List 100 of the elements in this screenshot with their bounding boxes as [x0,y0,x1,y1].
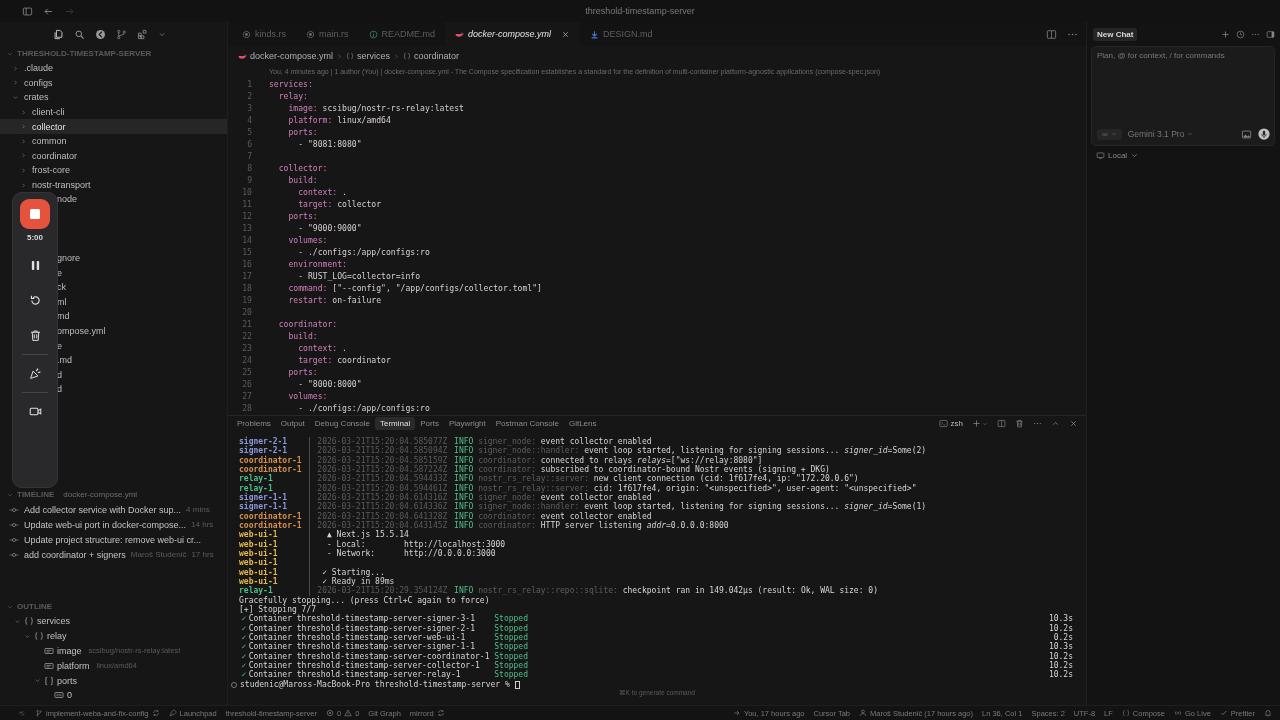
panel-tab[interactable]: Terminal [374,417,416,431]
tree-item[interactable]: coordinator [0,148,227,164]
environment-selector[interactable]: Local [1096,151,1140,160]
split-editor-icon[interactable] [1046,28,1057,40]
chat-tab[interactable]: New Chat [1093,27,1138,41]
line-number: 18 [241,282,252,294]
code-line: coordinator: [277,318,338,330]
code-line: command: ["--config", "/app/configs/collector.toml"] [287,282,542,294]
search-icon[interactable] [74,28,85,40]
circle-arrow-icon[interactable] [95,28,106,40]
breadcrumb[interactable]: docker-compose.yml [238,51,334,61]
commit-message[interactable]: Update project structure: remove web-ui cr... [24,534,202,545]
code-line: services: [269,78,313,90]
image-icon[interactable] [1241,128,1252,140]
microphone-icon[interactable] [1258,128,1270,140]
terminal-selector[interactable]: zsh [938,419,963,429]
stop-button[interactable] [20,199,50,229]
timestamp: 2026-03-21T15:20:04.594461Z [317,483,448,493]
plus-icon[interactable] [972,419,981,429]
module-name: signer_node::handler: [478,446,580,456]
tree-item[interactable]: client-cli [0,104,227,120]
restart-icon[interactable] [28,294,42,307]
tree-item[interactable]: crates [0,90,227,105]
source-control-icon[interactable] [116,28,127,40]
breadcrumb[interactable]: coordinator [403,51,460,61]
panel-tab[interactable]: Output [275,417,310,431]
panel-icon[interactable] [1266,29,1275,39]
tree-item[interactable]: configs [0,75,227,91]
model-selector[interactable]: Gemini 3.1 Pro [1127,129,1194,139]
outline-item[interactable]: 0 [0,688,227,703]
log-level: INFO [454,446,474,456]
line-number: 3 [246,102,252,114]
trash-icon[interactable] [28,329,42,342]
chat-input[interactable]: Plan, @ for context, / for commands ∞ Gemini 3.1 Pro [1091,46,1275,146]
log-message: ▲ Next.js 15.5.14 [325,530,409,540]
line-number: 19 [241,294,252,306]
log-level: INFO [454,492,474,502]
tree-item[interactable]: ompose.yml [57,323,106,339]
panel-tab[interactable]: Postman Console [490,417,564,431]
panel-tab[interactable]: Playwright [443,417,491,431]
outline-item[interactable]: services [0,614,227,629]
commit-message[interactable]: Add collector service with Docker sup... [24,504,182,515]
log-message: ✓ Ready in 89ms [322,577,395,587]
outline-item[interactable]: ports [0,673,227,688]
log-message: new client connection (cid: 1f617fe4, ip: "172.20.0.6") [593,474,859,484]
panel-tab[interactable]: Ports [415,417,444,431]
tree-item[interactable]: ml [57,294,67,310]
log-level: INFO [454,502,474,512]
log-message: subscribed to coordinator-bound Nostr events (signing + DKG) [540,464,830,475]
timestamp: 2026-03-21T15:20:04.594433Z [317,474,448,484]
gear-icon [242,29,251,39]
service-label: relay-1 [239,483,274,493]
camera-icon[interactable] [28,405,42,418]
history-icon[interactable] [1236,29,1245,39]
code-line: ports: [287,126,318,138]
tree-item[interactable]: .claude [0,61,227,76]
bell-icon[interactable] [1264,709,1272,717]
duration: 10.2s [1048,623,1073,633]
panel-tab[interactable]: GitLens [563,417,602,431]
line-number: 10 [241,186,252,198]
close-icon[interactable] [1069,419,1078,429]
tree-item[interactable]: .md [57,353,72,368]
tree-item[interactable]: common [0,133,227,149]
split-terminal-icon[interactable] [997,419,1006,429]
commit-message[interactable]: Update web-ui port in docker-compose... [24,519,187,530]
tree-item[interactable]: collector [0,119,227,134]
code-line: - "8000:8000" [297,378,362,390]
log-message: cid: 1f617fe4, origin: "<unspecified>", user-agent: "<unspecified>" [593,483,917,493]
breadcrumb[interactable]: services [346,51,391,61]
explorer-icon[interactable] [53,28,64,40]
service-label: signer-1-1 [239,492,289,503]
line-number: 27 [241,390,252,402]
panel-tab[interactable]: Debug Console [309,417,375,431]
terminal-icon [938,419,948,429]
plus-icon[interactable] [1221,29,1230,39]
log-level: INFO [454,483,474,493]
line-number: 20 [241,306,252,318]
tree-item[interactable]: node [57,192,78,207]
close-icon[interactable] [560,29,570,39]
code-line: context: . [297,186,347,198]
panel-tab[interactable]: Problems [232,417,276,431]
timestamp: 2026-03-21T15:20:04.614316Z [317,492,448,502]
tree-item[interactable]: nostr-transport [0,177,227,193]
service-label: web-ui-1 [239,577,279,586]
shell-prompt: studenic@Maross-MacBook-Pro threshold-timestamp-server % [240,679,510,690]
sync-icon [436,709,445,717]
extensions-icon[interactable] [137,28,148,40]
container-name: Container threshold-timestamp-server-signer-3-1 [248,614,476,624]
log-message: - Network: http://0.0.0.0:3000 [325,549,496,559]
tree-item[interactable]: gnore [57,250,81,266]
code-line: ports: [287,210,318,222]
party-popper-icon[interactable] [28,367,42,380]
tree-item[interactable]: md [57,309,70,324]
outline-item[interactable]: relay [0,628,227,644]
tree-item[interactable]: frost-core [0,163,227,178]
commit-message[interactable]: add coordinator + signers [24,549,126,560]
terminal-output: Gracefully stopping... (press Ctrl+C again to force) [239,595,490,606]
service-label: coordinator-1 [239,520,303,530]
back-arrow-icon[interactable] [43,5,54,17]
sidebar-toggle-icon[interactable] [22,5,33,17]
